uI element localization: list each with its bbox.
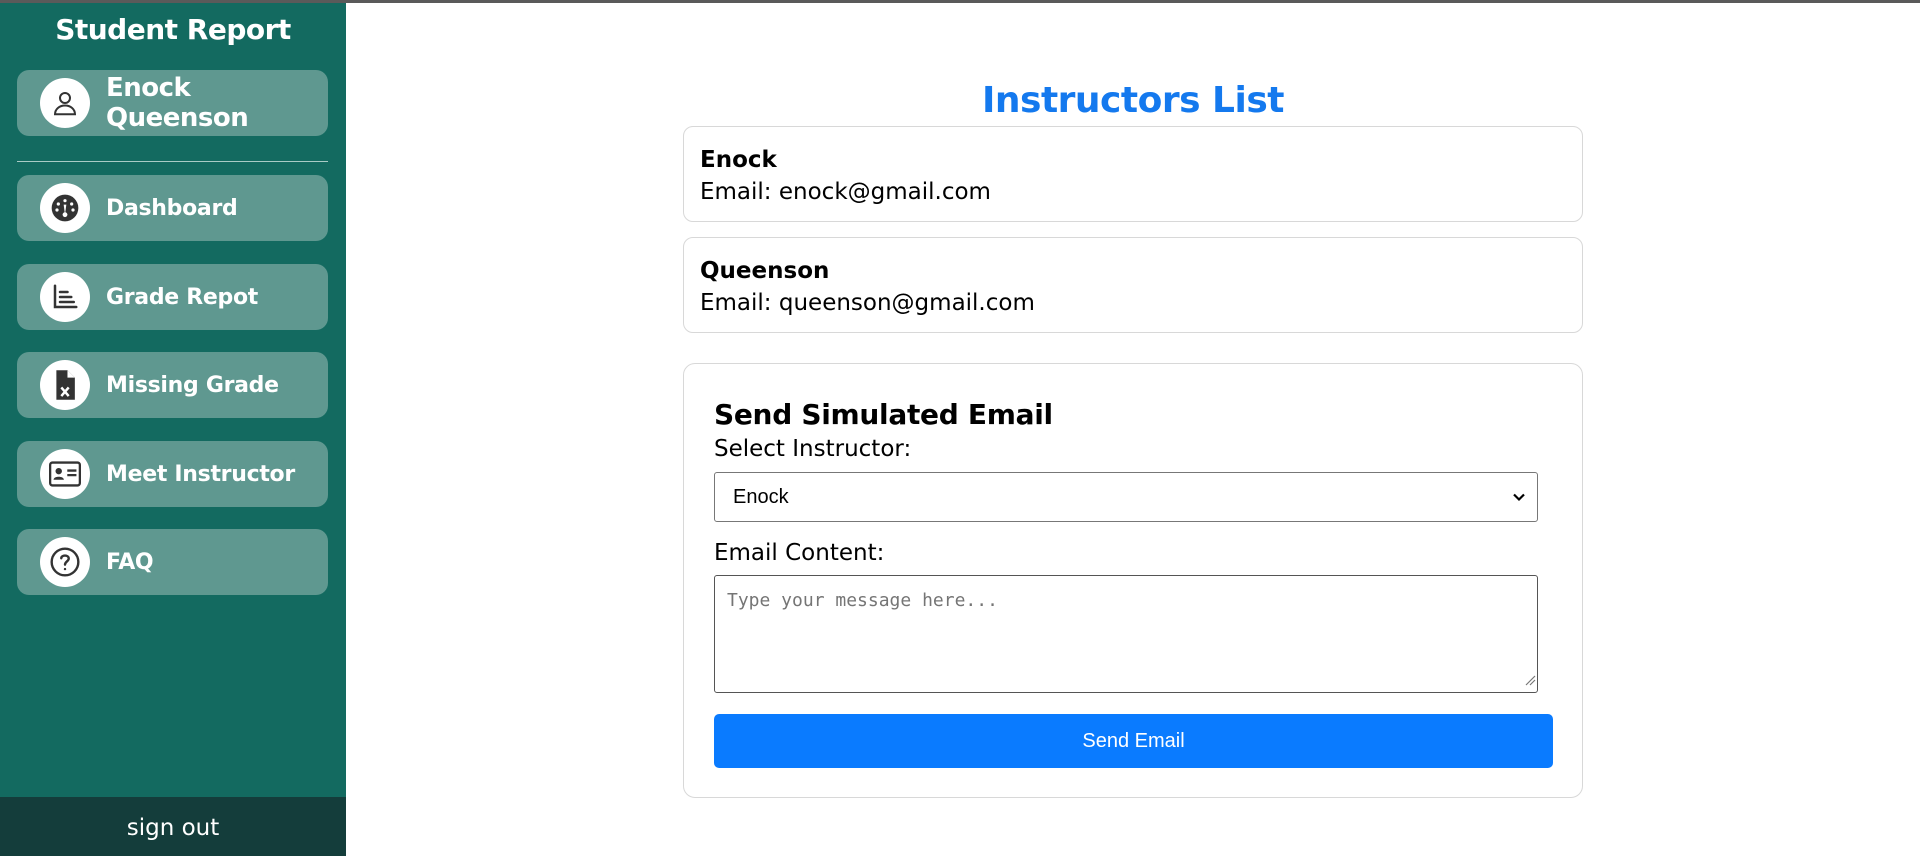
sidebar-item-meet-instructor[interactable]: Meet Instructor: [17, 441, 328, 507]
instructor-email: Email: enock@gmail.com: [700, 179, 991, 205]
sidebar-item-label: FAQ: [106, 549, 154, 575]
sidebar-item-label: Grade Repot: [106, 284, 259, 310]
email-content-placeholder: Type your message here...: [727, 590, 998, 611]
sidebar-item-grade-report[interactable]: Grade Repot: [17, 264, 328, 330]
select-instructor-label: Select Instructor:: [714, 436, 912, 462]
app-title: Student Report: [55, 13, 291, 46]
sidebar-divider: [17, 161, 328, 162]
user-icon: [40, 78, 90, 128]
instructor-card: Queenson Email: queenson@gmail.com: [683, 237, 1583, 333]
instructor-select[interactable]: Enock: [714, 472, 1538, 522]
form-title: Send Simulated Email: [714, 398, 1053, 431]
sidebar: Student Report Enock Queenson Dashboard: [0, 3, 346, 856]
email-content-input[interactable]: Type your message here...: [714, 575, 1538, 693]
sidebar-item-missing-grade[interactable]: Missing Grade: [17, 352, 328, 418]
page-title: Instructors List: [982, 80, 1284, 121]
selected-instructor: Enock: [733, 485, 789, 508]
instructor-name: Enock: [700, 147, 777, 173]
send-email-button[interactable]: Send Email: [714, 714, 1553, 768]
sidebar-item-label: Missing Grade: [106, 372, 279, 398]
signout-link[interactable]: sign out: [127, 815, 220, 841]
instructor-name: Queenson: [700, 258, 830, 284]
email-content-label: Email Content:: [714, 540, 885, 566]
instructor-email: Email: queenson@gmail.com: [700, 290, 1035, 316]
signout-bar: sign out: [0, 797, 346, 856]
resize-handle-icon[interactable]: [1522, 672, 1536, 691]
profile-button[interactable]: Enock Queenson: [17, 70, 328, 136]
sidebar-item-label: Dashboard: [106, 195, 238, 221]
gauge-icon: [40, 183, 90, 233]
send-email-label: Send Email: [1082, 729, 1185, 752]
email-form: Send Simulated Email Select Instructor: …: [683, 363, 1583, 798]
question-icon: [40, 537, 90, 587]
sidebar-item-faq[interactable]: FAQ: [17, 529, 328, 595]
instructor-card: Enock Email: enock@gmail.com: [683, 126, 1583, 222]
chevron-down-icon: [1511, 489, 1527, 510]
profile-name: Enock Queenson: [106, 73, 249, 133]
sidebar-item-label: Meet Instructor: [106, 461, 295, 487]
sidebar-item-dashboard[interactable]: Dashboard: [17, 175, 328, 241]
id-card-icon: [40, 449, 90, 499]
file-x-icon: [40, 360, 90, 410]
chart-bars-icon: [40, 272, 90, 322]
